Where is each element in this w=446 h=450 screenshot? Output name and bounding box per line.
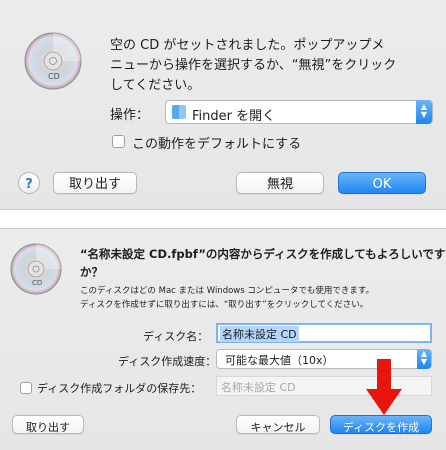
burn-button-label: ディスクを作成 (342, 421, 420, 434)
cd-disc-icon: CD (24, 32, 82, 90)
cd-icon-label: CD (32, 279, 43, 287)
ok-button[interactable]: OK (338, 172, 426, 194)
insert-cd-dialog: CD 空の CD がセットされました。ポップアップメ ニューから操作を選択するか… (0, 0, 446, 210)
message-line-3: してください。 (110, 78, 201, 93)
eject-button[interactable]: 取り出す (53, 172, 137, 194)
separator-gap (0, 210, 446, 228)
save-folder-checkbox[interactable] (20, 382, 32, 394)
cancel-button-label: キャンセル (250, 421, 306, 434)
help-button[interactable]: ? (18, 172, 40, 194)
cancel-button[interactable]: キャンセル (236, 415, 320, 434)
burn-disc-dialog: CD “名称未設定 CD.fpbf”の内容からディスクを作成してもよろしいです … (0, 228, 446, 450)
action-label: 操作： (110, 108, 150, 123)
disc-name-label: ディスク名： (143, 330, 209, 343)
default-action-label: この動作をデフォルトにする (132, 137, 302, 152)
chevron-updown-icon: ▲ ▼ (416, 100, 432, 124)
default-action-checkbox[interactable] (112, 135, 125, 148)
burn-button[interactable]: ディスクを作成 (330, 415, 432, 434)
action-popup-value: Finder を開く (192, 109, 276, 124)
message-line-2: ニューから操作を選択するか、“無視”をクリック (110, 58, 397, 73)
disc-name-value: 名称未設定 CD (220, 326, 299, 342)
finder-icon (172, 105, 186, 119)
ignore-button[interactable]: 無視 (236, 172, 324, 194)
ignore-button-label: 無視 (266, 177, 293, 192)
cd-disc-icon: CD (10, 243, 62, 295)
cd-icon-label: CD (48, 72, 60, 81)
info-line-1: このディスクはどの Mac または Windows コンピュータでも使用できます… (80, 286, 375, 296)
save-folder-placeholder: 名称未設定 CD (221, 381, 296, 394)
dialog-title-line-2: か？ (80, 265, 103, 279)
eject-button[interactable]: 取り出す (12, 415, 84, 434)
burn-speed-label: ディスク作成速度： (118, 355, 217, 368)
action-popup[interactable]: Finder を開く ▲ ▼ (165, 100, 433, 124)
burn-speed-value: 可能な最大値（10x） (225, 354, 334, 367)
message-line-1: 空の CD がセットされました。ポップアップメ (110, 38, 385, 53)
eject-button-label: 取り出す (68, 177, 121, 192)
chevron-updown-icon: ▲ ▼ (417, 349, 431, 369)
dialog-title-line-1: “名称未設定 CD.fpbf”の内容からディスクを作成してもよろしいです (80, 247, 446, 261)
info-line-2: ディスクを作成せずに取り出すには、“取り出す”をクリックしてください。 (80, 300, 369, 310)
red-arrow-annotation (366, 359, 402, 415)
ok-button-label: OK (372, 177, 392, 192)
help-icon: ? (25, 177, 33, 192)
disc-name-field[interactable]: 名称未設定 CD (216, 323, 432, 343)
eject-button-label: 取り出す (26, 421, 70, 434)
save-folder-label: ディスク作成フォルダの保存先： (37, 382, 202, 395)
